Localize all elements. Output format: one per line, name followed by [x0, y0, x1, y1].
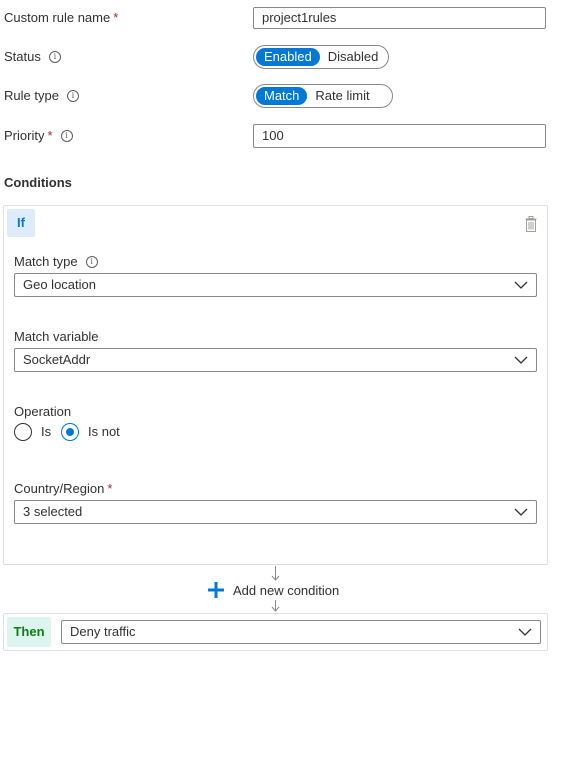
if-badge: If — [7, 209, 35, 237]
rule-type-option-match[interactable]: Match — [256, 87, 308, 105]
then-card: Then Deny traffic — [3, 613, 548, 651]
status-label-text: Status — [4, 49, 41, 64]
chevron-down-icon — [514, 356, 528, 364]
chevron-down-icon — [514, 281, 528, 289]
country-region-value: 3 selected — [23, 504, 83, 519]
info-icon[interactable]: i — [48, 50, 61, 63]
custom-rule-name-label: Custom rule name * — [4, 8, 118, 28]
info-icon[interactable]: i — [66, 89, 79, 102]
operation-radio-is-label: Is — [41, 424, 52, 439]
priority-label: Priority * i — [4, 126, 73, 146]
then-badge: Then — [7, 617, 51, 647]
priority-label-text: Priority — [4, 128, 45, 143]
operation-radio-is[interactable] — [14, 423, 32, 441]
custom-rule-name-input[interactable]: project1rules — [253, 7, 546, 29]
conditions-title: Conditions — [4, 175, 72, 190]
status-option-disabled[interactable]: Disabled — [320, 48, 387, 66]
country-region-dropdown[interactable]: 3 selected — [14, 500, 537, 524]
rule-type-option-rate-limit[interactable]: Rate limit — [307, 87, 377, 105]
match-type-value: Geo location — [23, 277, 96, 292]
match-variable-label: Match variable — [14, 329, 99, 344]
arrow-down-icon — [271, 606, 280, 612]
trash-icon[interactable] — [525, 216, 537, 232]
match-type-dropdown[interactable]: Geo location — [14, 273, 537, 297]
match-type-label: Match type i — [14, 253, 98, 271]
condition-card: If Match type i Geo location Match variab… — [3, 205, 548, 565]
required-marker: * — [107, 481, 113, 496]
add-condition-button[interactable]: Add new condition — [208, 580, 339, 600]
add-condition-label: Add new condition — [233, 582, 340, 598]
match-type-label-text: Match type — [14, 254, 78, 269]
info-icon[interactable]: i — [60, 129, 73, 142]
rule-type-toggle[interactable]: Match Rate limit — [253, 84, 393, 108]
match-variable-value: SocketAddr — [23, 352, 91, 367]
country-region-label-text: Country/Region — [14, 481, 105, 496]
country-region-label: Country/Region * — [14, 480, 112, 498]
chevron-down-icon — [518, 628, 532, 636]
required-marker: * — [47, 128, 53, 143]
operation-radio-is-not[interactable] — [61, 423, 79, 441]
match-variable-dropdown[interactable]: SocketAddr — [14, 348, 537, 372]
then-action-value: Deny traffic — [70, 624, 136, 639]
status-label: Status i — [4, 47, 61, 67]
then-action-dropdown[interactable]: Deny traffic — [61, 620, 541, 644]
rule-type-label-text: Rule type — [4, 88, 59, 103]
required-marker: * — [113, 10, 119, 25]
status-option-enabled[interactable]: Enabled — [256, 48, 320, 66]
operation-radio-is-not-label: Is not — [88, 424, 120, 439]
status-toggle[interactable]: Enabled Disabled — [253, 45, 389, 69]
custom-rule-name-label-text: Custom rule name — [4, 10, 111, 25]
plus-icon — [208, 582, 224, 598]
rule-type-label: Rule type i — [4, 86, 79, 106]
info-icon[interactable]: i — [85, 255, 98, 268]
operation-label: Operation — [14, 404, 72, 419]
priority-input[interactable]: 100 — [253, 124, 546, 148]
chevron-down-icon — [514, 508, 528, 516]
